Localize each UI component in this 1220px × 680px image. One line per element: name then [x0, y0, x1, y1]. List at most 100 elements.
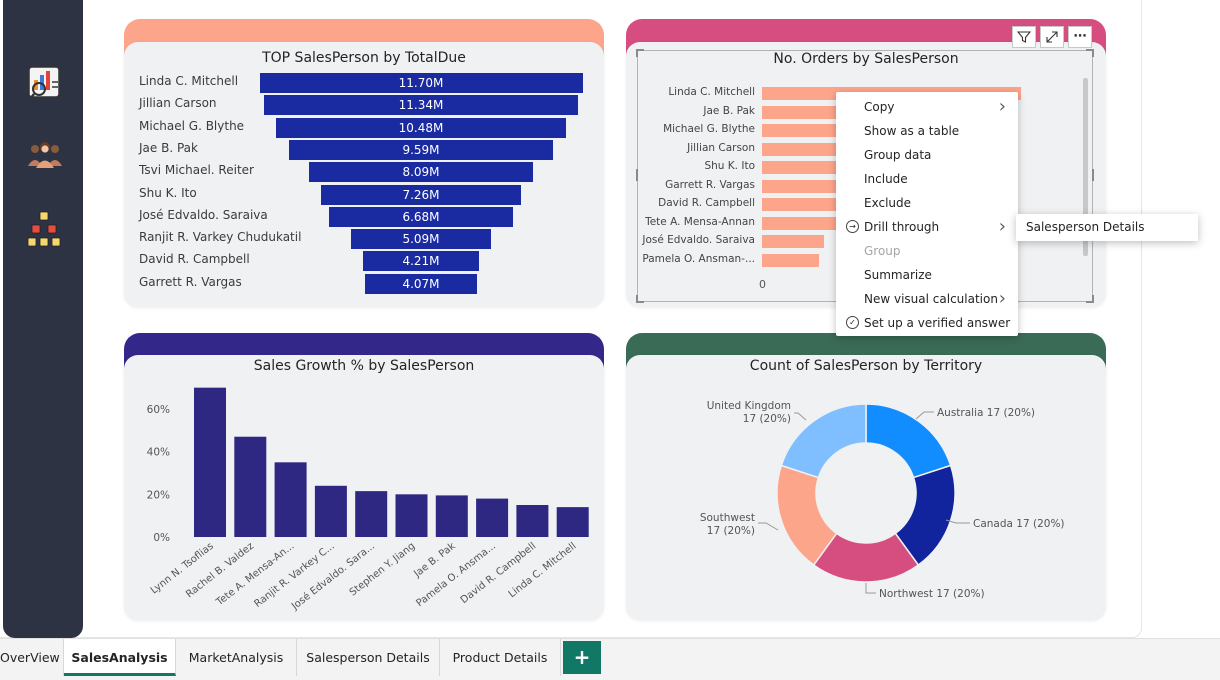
donut-label-southwest: Southwest: [700, 512, 755, 524]
tab-salesperson-details[interactable]: Salesperson Details: [297, 639, 440, 676]
growth-bar[interactable]: [435, 495, 468, 537]
orders-label: José Edvaldo. Saraiva: [642, 234, 755, 246]
hierarchy-nav-icon[interactable]: [25, 208, 65, 248]
frame-corner[interactable]: [636, 295, 644, 303]
donut-leader-line: [915, 411, 934, 420]
menu-item-summarize[interactable]: Summarize: [836, 263, 1018, 287]
growth-bar[interactable]: [234, 436, 267, 537]
orders-label: Jae B. Pak: [703, 104, 755, 117]
orders-label: Shu K. Ito: [704, 160, 755, 172]
funnel-bar[interactable]: 4.07M: [364, 273, 478, 294]
menu-item-group-data[interactable]: Group data: [836, 143, 1018, 167]
funnel-label: David R. Campbell: [139, 252, 250, 267]
menu-item-exclude[interactable]: Exclude: [836, 191, 1018, 215]
orders-label: Tete A. Mensa-Annan: [645, 215, 755, 228]
growth-bar[interactable]: [395, 494, 428, 537]
verified-answer-icon: ✓: [846, 316, 859, 329]
funnel-bar[interactable]: 11.34M: [264, 95, 578, 116]
left-nav-panel: [3, 0, 83, 638]
orders-label: David R. Campbell: [658, 197, 755, 209]
funnel-label: Tsvi Michael. Reiter: [139, 163, 254, 178]
growth-bar[interactable]: [556, 507, 589, 537]
donut-slice-united-kingdom[interactable]: [780, 403, 867, 479]
funnel-label: Jillian Carson: [139, 96, 217, 111]
orders-bar[interactable]: [762, 235, 825, 248]
growth-category-label: Rachel B. Valdez: [184, 541, 256, 601]
context-menu: Copy › Show as a table Group data Include Exc…: [836, 92, 1018, 336]
growth-ytick-label: 40%: [147, 447, 170, 459]
growth-bar[interactable]: [194, 387, 226, 537]
menu-item-copy[interactable]: Copy ›: [836, 95, 1018, 119]
donut-leader-line: [758, 522, 779, 531]
menu-item-label: Show as a table: [864, 124, 960, 138]
chevron-right-icon: ›: [998, 216, 1006, 237]
tab-marketanalysis[interactable]: MarketAnalysis: [176, 639, 297, 676]
focus-mode-button[interactable]: [1040, 26, 1064, 48]
menu-item-label: Group: [864, 244, 901, 258]
menu-item-group: Group: [836, 239, 1018, 263]
funnel-label: Michael G. Blythe: [139, 118, 245, 133]
funnel-label: José Edvaldo. Saraiva: [139, 207, 268, 222]
funnel-bar[interactable]: 11.70M: [259, 73, 583, 93]
menu-item-show-as-a-table[interactable]: Show as a table: [836, 119, 1018, 143]
menu-item-include[interactable]: Include: [836, 167, 1018, 191]
tab-overview[interactable]: OverView: [0, 639, 64, 676]
chevron-right-icon: ›: [998, 288, 1006, 309]
funnel-bar[interactable]: 9.59M: [288, 139, 554, 160]
funnel-bar[interactable]: 4.21M: [362, 251, 480, 272]
chevron-right-icon: ›: [998, 96, 1006, 117]
drill-through-icon: →: [846, 220, 859, 233]
funnel-bar[interactable]: 7.26M: [320, 184, 522, 205]
menu-item-new-visual-calculation[interactable]: New visual calculation ›: [836, 287, 1018, 311]
menu-item-set-up-a-verified-answer[interactable]: Set up a verified answer ✓: [836, 311, 1018, 335]
funnel-bar[interactable]: 10.48M: [276, 117, 566, 138]
more-options-button[interactable]: ⋯: [1068, 26, 1092, 48]
filter-button[interactable]: [1012, 26, 1036, 48]
funnel-bar[interactable]: 5.09M: [350, 229, 492, 250]
tab-product-details[interactable]: Product Details: [440, 639, 561, 676]
menu-item-label: Summarize: [864, 268, 932, 282]
growth-category-label: Pamela O. Ansma...: [414, 541, 497, 610]
frame-side-handle[interactable]: [636, 169, 638, 181]
growth-bar[interactable]: [274, 462, 307, 537]
menu-item-label: New visual calculation: [864, 292, 998, 306]
orders-title: No. Orders by SalesPerson: [773, 51, 959, 67]
sales-analysis-nav-icon[interactable]: [25, 62, 65, 102]
growth-bar[interactable]: [516, 505, 549, 537]
menu-item-label: Copy: [864, 100, 895, 114]
menu-item-label: Drill through: [864, 220, 940, 234]
growth-ytick-label: 60%: [147, 404, 170, 416]
tab-salesanalysis[interactable]: SalesAnalysis: [64, 639, 176, 676]
frame-corner[interactable]: [1086, 295, 1094, 303]
growth-bar[interactable]: [355, 491, 388, 537]
funnel-bar[interactable]: 6.68M: [328, 206, 514, 227]
orders-bar[interactable]: [762, 253, 819, 267]
frame-side-handle[interactable]: [1092, 169, 1094, 181]
salesperson-team-nav-icon[interactable]: [25, 136, 65, 176]
page-tabs-bar: OverView SalesAnalysis MarketAnalysis Sa…: [0, 638, 1220, 680]
donut-label-northwest: Northwest 17 (20%): [879, 588, 985, 600]
growth-ytick-label: 20%: [147, 489, 170, 501]
growth-category-label: Linda C. Mitchell: [507, 541, 579, 600]
focus-mode-icon: [1046, 31, 1058, 43]
funnel-label: Ranjit R. Varkey Chudukatil: [139, 230, 302, 245]
orders-label: Pamela O. Ansman-...: [642, 252, 755, 265]
menu-item-label: Group data: [864, 148, 932, 162]
funnel-bar[interactable]: 8.09M: [309, 162, 533, 183]
menu-item-drill-through[interactable]: Drill through → ›: [836, 215, 1018, 239]
menu-item-label: Exclude: [864, 196, 912, 210]
growth-bar[interactable]: [314, 485, 347, 537]
growth-bar[interactable]: [476, 498, 509, 537]
growth-category-label: David R. Campbell: [459, 541, 538, 606]
donut-leader-line: [865, 583, 876, 594]
menu-item-label: Set up a verified answer: [864, 316, 1011, 330]
funnel-title: TOP SalesPerson by TotalDue: [262, 50, 466, 66]
orders-label: Jillian Carson: [687, 141, 755, 154]
add-page-button[interactable]: +: [563, 641, 601, 674]
orders-label: Garrett R. Vargas: [665, 178, 755, 191]
funnel-label: Garrett R. Vargas: [139, 274, 242, 289]
drill-through-submenu-item[interactable]: Salesperson Details: [1016, 214, 1198, 241]
funnel-label: Jae B. Pak: [139, 140, 198, 155]
donut-leader-line: [794, 412, 807, 421]
filter-icon: [1016, 31, 1032, 43]
